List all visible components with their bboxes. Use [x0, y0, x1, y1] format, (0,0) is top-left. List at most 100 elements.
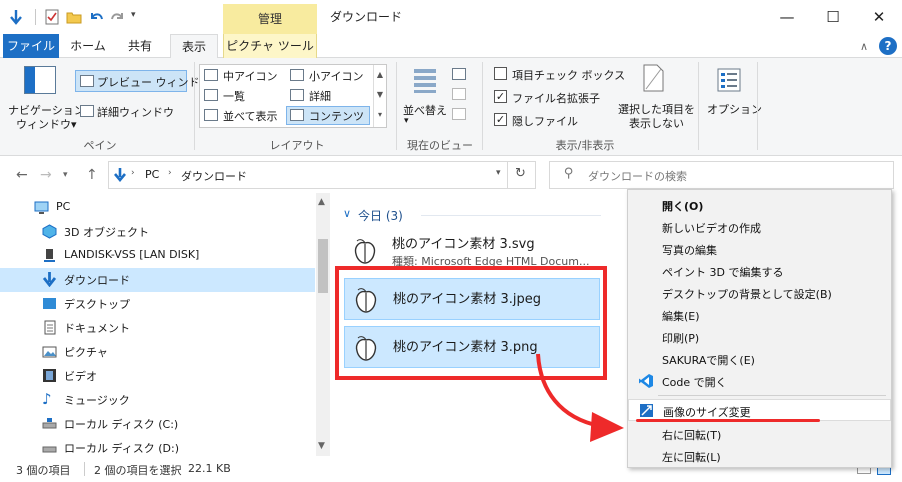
undo-icon[interactable]: [88, 9, 104, 25]
address-field[interactable]: › PC › ダウンロード ▾ ↻: [108, 161, 536, 189]
preview-pane-icon: [80, 75, 94, 87]
nav-item-3d-objects[interactable]: 3D オブジェクト: [0, 220, 315, 244]
sort-by-button[interactable]: 並べ替え: [403, 102, 447, 118]
layout-medium-icons[interactable]: 中アイコン: [223, 68, 277, 84]
new-folder-icon[interactable]: [66, 9, 82, 25]
up-icon[interactable]: ↑: [86, 167, 98, 183]
item-checkboxes-label: 項目チェック ボックス: [512, 69, 626, 82]
ribbon-collapse-icon[interactable]: ∧: [860, 40, 868, 53]
hidden-items-label: 隠しファイル: [512, 115, 578, 128]
ribbon: ナビゲーション ウィンドウ▾ プレビュー ウィンドウ 詳細ウィンドウ ペイン 中…: [0, 58, 902, 156]
qat-dropdown-icon[interactable]: ▾: [131, 10, 136, 20]
sort-by-icon: [414, 69, 436, 93]
nav-item-desktop[interactable]: デスクトップ: [0, 292, 315, 316]
help-icon[interactable]: ?: [879, 37, 897, 55]
group-separator: [194, 62, 195, 150]
back-icon[interactable]: ←: [16, 167, 28, 183]
nav-item-music[interactable]: ♪ ミュージック: [0, 388, 315, 412]
layout-details[interactable]: 詳細: [309, 88, 331, 104]
layout-scroll-arrows[interactable]: ▲ ▼ ▾: [373, 65, 386, 127]
recent-locations-icon[interactable]: ▾: [63, 170, 68, 180]
breadcrumb-downloads[interactable]: ダウンロード: [181, 168, 247, 184]
file-extensions-label: ファイル名拡張子: [512, 92, 600, 105]
small-icons-icon: [290, 69, 304, 81]
local-disk-icon: [42, 446, 57, 453]
menu-item-print[interactable]: 印刷(P): [628, 326, 891, 348]
file-name: 桃のアイコン素材 3.svg: [392, 237, 535, 252]
tab-view[interactable]: 表示: [170, 34, 218, 59]
nav-item-landisk[interactable]: LANDISK-VSS [LAN DISK]: [0, 244, 315, 268]
group-separator: [482, 62, 483, 150]
menu-item-rotate-right[interactable]: 右に回転(T): [628, 423, 891, 445]
search-input[interactable]: ⚲ ダウンロードの検索: [549, 161, 894, 189]
menu-item-new-video[interactable]: 新しいビデオの作成: [628, 216, 891, 238]
menu-label: ペイント 3D で編集する: [662, 266, 784, 279]
size-columns-icon[interactable]: [452, 108, 466, 120]
menu-item-rotate-left[interactable]: 左に回転(L): [628, 445, 891, 467]
group-collapse-icon[interactable]: ∨: [343, 207, 351, 220]
options-icon: [717, 68, 741, 92]
scroll-up-icon[interactable]: ▲: [318, 197, 325, 207]
vscode-icon: [639, 374, 653, 388]
nav-item-videos[interactable]: ビデオ: [0, 364, 315, 388]
nav-item-downloads[interactable]: ダウンロード: [0, 268, 315, 292]
menu-item-edit-photo[interactable]: 写真の編集: [628, 238, 891, 260]
menu-item-edit[interactable]: 編集(E): [628, 304, 891, 326]
nav-item-pc[interactable]: PC: [0, 196, 315, 220]
item-checkboxes-checkbox[interactable]: [494, 67, 507, 80]
nav-scrollbar-thumb[interactable]: [318, 239, 328, 293]
group-by-icon[interactable]: [452, 68, 466, 80]
close-button[interactable]: ✕: [856, 0, 902, 34]
nav-item-documents[interactable]: ドキュメント: [0, 316, 315, 340]
nav-scrollbar[interactable]: [316, 193, 330, 456]
file-extensions-checkbox[interactable]: ✓: [494, 90, 507, 103]
details-icon: [290, 89, 304, 101]
nav-item-local-disk-c[interactable]: ローカル ディスク (C:): [0, 412, 315, 436]
maximize-button[interactable]: ☐: [810, 0, 856, 34]
tab-picture-tools[interactable]: ピクチャ ツール: [223, 34, 317, 58]
nav-item-pictures[interactable]: ピクチャ: [0, 340, 315, 364]
refresh-icon[interactable]: ↻: [515, 166, 526, 181]
menu-item-resize-image[interactable]: 画像のサイズ変更: [628, 399, 891, 421]
hide-selected-button-line2[interactable]: 表示しない: [629, 115, 684, 131]
address-divider: [507, 162, 508, 188]
group-separator: [396, 62, 397, 150]
navigation-pane-button-line2[interactable]: ウィンドウ▾: [16, 116, 77, 132]
scroll-down-icon[interactable]: ▼: [318, 441, 325, 451]
options-button[interactable]: オプション: [707, 101, 762, 117]
minimize-button[interactable]: —: [764, 0, 810, 34]
details-pane-button[interactable]: 詳細ウィンドウ: [97, 104, 174, 120]
breadcrumb-pc[interactable]: PC: [145, 168, 159, 181]
nav-label: LANDISK-VSS [LAN DISK]: [64, 248, 200, 261]
layout-content[interactable]: コンテンツ: [309, 108, 364, 124]
tab-file[interactable]: ファイル: [3, 34, 59, 58]
menu-item-open-code[interactable]: Code で開く: [628, 370, 891, 392]
nav-label: ドキュメント: [64, 322, 130, 335]
details-pane-icon: [80, 105, 94, 117]
properties-icon[interactable]: [44, 9, 60, 25]
group-label-pane: ペイン: [83, 139, 117, 152]
redo-icon[interactable]: [110, 9, 126, 25]
down-arrow-icon[interactable]: [8, 9, 24, 25]
sort-by-dropdown-icon[interactable]: ▾: [404, 116, 409, 126]
address-dropdown-icon[interactable]: ▾: [496, 168, 501, 178]
hidden-items-checkbox[interactable]: ✓: [494, 113, 507, 126]
tab-home[interactable]: ホーム: [64, 34, 112, 58]
forward-icon[interactable]: →: [40, 167, 52, 183]
navigation-pane-icon: [24, 66, 56, 94]
nav-label: ダウンロード: [64, 274, 130, 287]
download-folder-icon: [42, 272, 57, 287]
menu-item-open-sakura[interactable]: SAKURAで開く(E): [628, 348, 891, 370]
menu-item-open[interactable]: 開く(O): [628, 194, 891, 216]
tab-share[interactable]: 共有: [116, 34, 164, 58]
layout-list[interactable]: 一覧: [223, 88, 245, 104]
nav-label: ローカル ディスク (C:): [64, 418, 179, 431]
layout-small-icons[interactable]: 小アイコン: [309, 68, 363, 84]
image-resizer-icon: [640, 404, 653, 417]
content-view-icon: [290, 109, 304, 121]
menu-item-set-wallpaper[interactable]: デスクトップの背景として設定(B): [628, 282, 891, 304]
menu-item-paint-3d[interactable]: ペイント 3D で編集する: [628, 260, 891, 282]
group-header[interactable]: 今日 (3): [358, 207, 403, 224]
add-columns-icon[interactable]: [452, 88, 466, 100]
layout-tiles[interactable]: 並べて表示: [223, 108, 278, 124]
